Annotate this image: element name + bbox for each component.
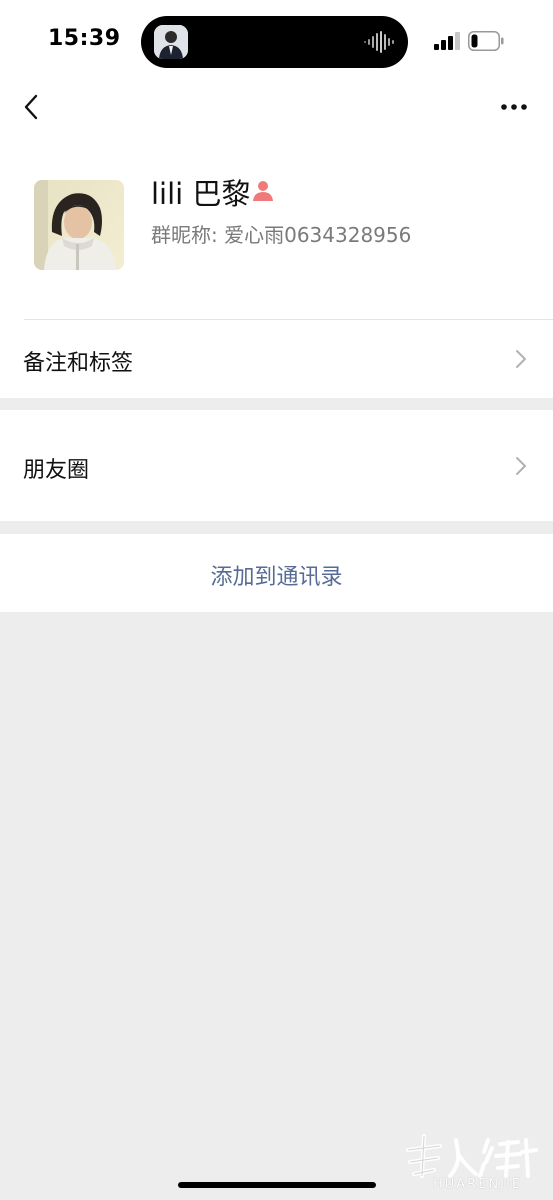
remarks-and-tags-row[interactable]: 备注和标签 — [0, 320, 553, 398]
add-to-contacts-label: 添加到通讯录 — [210, 565, 343, 590]
remarks-and-tags-label: 备注和标签 — [23, 351, 134, 376]
battery-icon — [468, 31, 504, 51]
back-button[interactable] — [16, 88, 52, 128]
avatar[interactable] — [34, 180, 124, 270]
chevron-right-icon — [516, 350, 526, 368]
status-time: 15:39 — [48, 26, 121, 51]
person-badge-icon — [250, 179, 276, 203]
chevron-left-icon — [24, 94, 38, 120]
group-nickname-label: 群昵称: — [151, 223, 225, 247]
more-dots-icon — [501, 104, 527, 110]
audio-waveform-icon — [364, 31, 394, 53]
group-nickname: 群昵称: 爱心雨0634328956 — [151, 219, 411, 248]
chevron-right-icon — [516, 457, 526, 475]
dynamic-island[interactable] — [141, 16, 408, 68]
add-to-contacts-button[interactable]: 添加到通讯录 — [0, 534, 553, 612]
moments-label: 朋友圈 — [23, 458, 90, 483]
moments-row[interactable]: 朋友圈 — [0, 410, 553, 521]
home-indicator[interactable] — [178, 1182, 376, 1188]
contact-name: lili 巴黎 — [151, 177, 251, 211]
cellular-signal-icon — [434, 32, 460, 50]
now-playing-thumbnail — [154, 25, 188, 59]
group-nickname-value: 爱心雨0634328956 — [224, 223, 412, 247]
watermark-text: HUARENJIE — [433, 1177, 523, 1192]
more-options-button[interactable] — [494, 92, 536, 122]
